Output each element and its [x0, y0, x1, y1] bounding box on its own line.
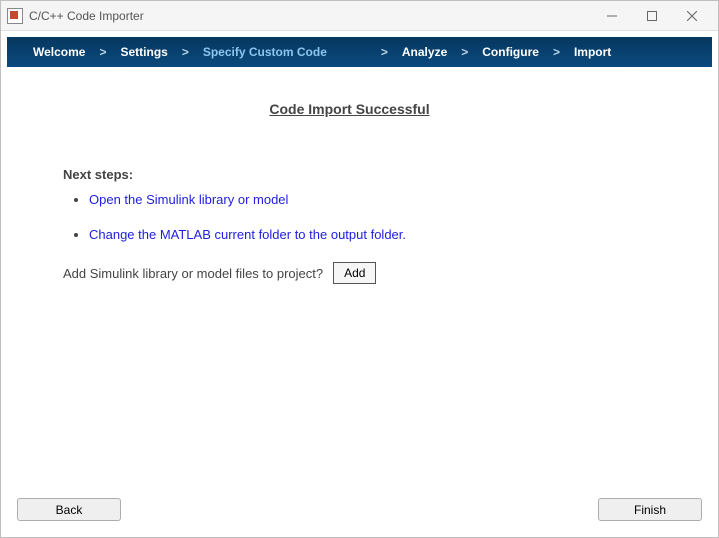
success-heading: Code Import Successful [23, 101, 676, 117]
wizard-stepbar: Welcome > Settings > Specify Custom Code… [7, 37, 712, 67]
add-button[interactable]: Add [333, 262, 376, 284]
list-item: Change the MATLAB current folder to the … [89, 227, 676, 242]
footer: Back Finish [7, 488, 712, 531]
step-settings[interactable]: Settings [112, 45, 175, 59]
chevron-right-icon: > [375, 45, 394, 59]
back-button[interactable]: Back [17, 498, 121, 521]
client-area: Welcome > Settings > Specify Custom Code… [1, 31, 718, 537]
chevron-right-icon: > [176, 45, 195, 59]
open-library-link[interactable]: Open the Simulink library or model [89, 192, 288, 207]
chevron-right-icon: > [455, 45, 474, 59]
next-steps-list: Open the Simulink library or model Chang… [63, 192, 676, 242]
maximize-button[interactable] [632, 2, 672, 30]
app-window: C/C++ Code Importer Welcome > Settings >… [0, 0, 719, 538]
add-files-prompt: Add Simulink library or model files to p… [63, 266, 323, 281]
step-specify-custom-code[interactable]: Specify Custom Code [195, 45, 335, 59]
close-button[interactable] [672, 2, 712, 30]
chevron-right-icon: > [93, 45, 112, 59]
step-import[interactable]: Import [566, 45, 619, 59]
step-welcome[interactable]: Welcome [25, 45, 93, 59]
finish-button[interactable]: Finish [598, 498, 702, 521]
app-icon [7, 8, 23, 24]
step-configure[interactable]: Configure [474, 45, 547, 59]
step-analyze[interactable]: Analyze [394, 45, 455, 59]
next-steps-label: Next steps: [63, 167, 676, 182]
chevron-right-icon: > [547, 45, 566, 59]
window-title: C/C++ Code Importer [29, 9, 144, 23]
minimize-button[interactable] [592, 2, 632, 30]
list-item: Open the Simulink library or model [89, 192, 676, 207]
content-area: Code Import Successful Next steps: Open … [7, 67, 712, 488]
titlebar: C/C++ Code Importer [1, 1, 718, 31]
add-files-row: Add Simulink library or model files to p… [63, 262, 676, 284]
change-folder-link[interactable]: Change the MATLAB current folder to the … [89, 227, 406, 242]
